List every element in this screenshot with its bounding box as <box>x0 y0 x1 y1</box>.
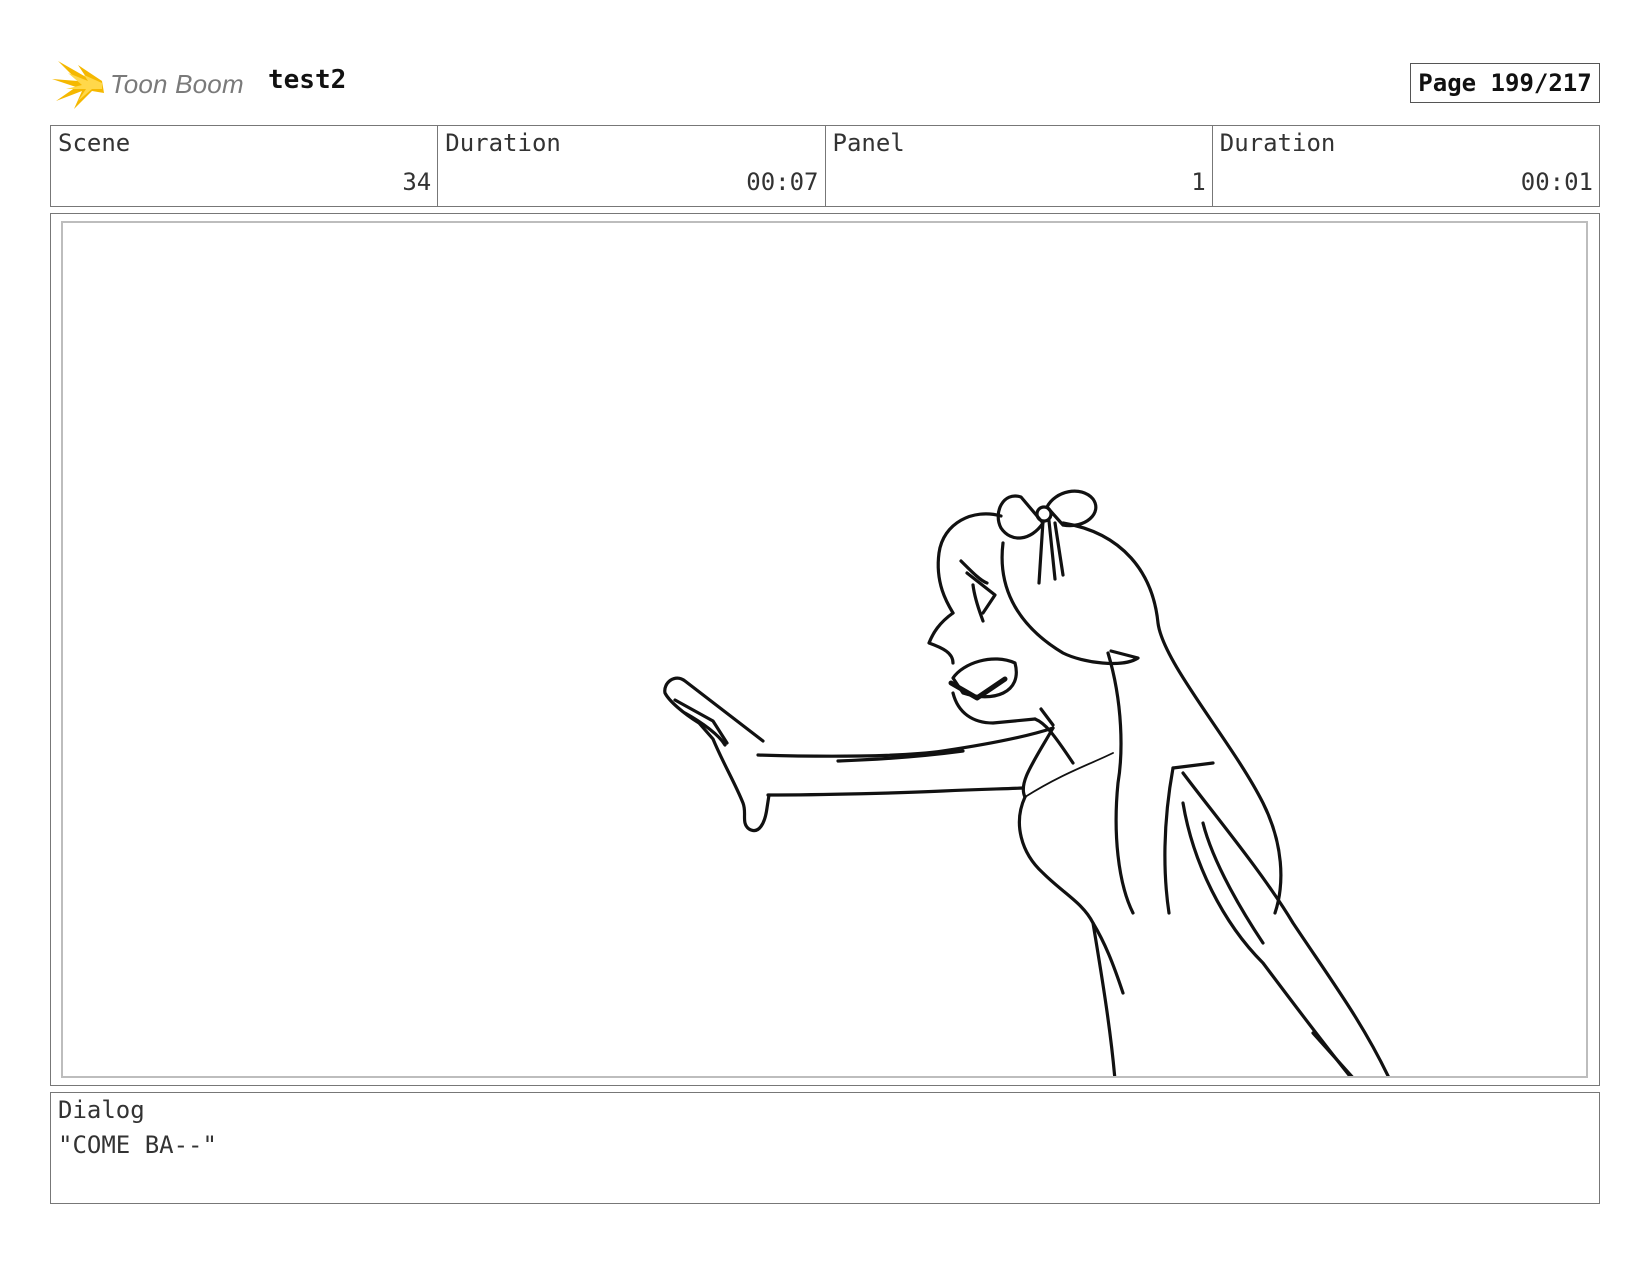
sketch-character-reaching-icon <box>663 489 1390 1076</box>
starburst-icon <box>52 61 104 109</box>
dialog-text: "COME BA--" <box>58 1131 217 1159</box>
scene-cell: Scene 34 <box>51 126 439 206</box>
panel-duration-value: 00:01 <box>1520 168 1593 196</box>
storyboard-panel <box>50 213 1600 1086</box>
scene-duration-label: Duration <box>445 129 561 157</box>
project-title: test2 <box>268 65 347 95</box>
panel-value: 1 <box>1191 168 1206 196</box>
dialog-label: Dialog <box>58 1096 145 1124</box>
logo-text: Toon Boom <box>110 69 244 99</box>
scene-duration-cell: Duration 00:07 <box>438 126 826 206</box>
scene-value: 34 <box>402 168 432 196</box>
dialog-section: Dialog "COME BA--" <box>50 1092 1600 1204</box>
panel-canvas <box>61 221 1588 1078</box>
panel-duration-cell: Duration 00:01 <box>1213 126 1599 206</box>
panel-cell: Panel 1 <box>826 126 1213 206</box>
panel-info-table: Scene 34 Duration 00:07 Panel 1 Duration… <box>50 125 1600 207</box>
page-header: Toon Boom test2 Page 199/217 <box>50 55 1600 115</box>
scene-label: Scene <box>58 129 131 157</box>
page-indicator: Page 199/217 <box>1410 63 1600 103</box>
panel-duration-label: Duration <box>1219 129 1336 157</box>
scene-duration-value: 00:07 <box>746 168 819 196</box>
panel-label: Panel <box>832 129 905 157</box>
toon-boom-logo: Toon Boom <box>52 57 252 113</box>
